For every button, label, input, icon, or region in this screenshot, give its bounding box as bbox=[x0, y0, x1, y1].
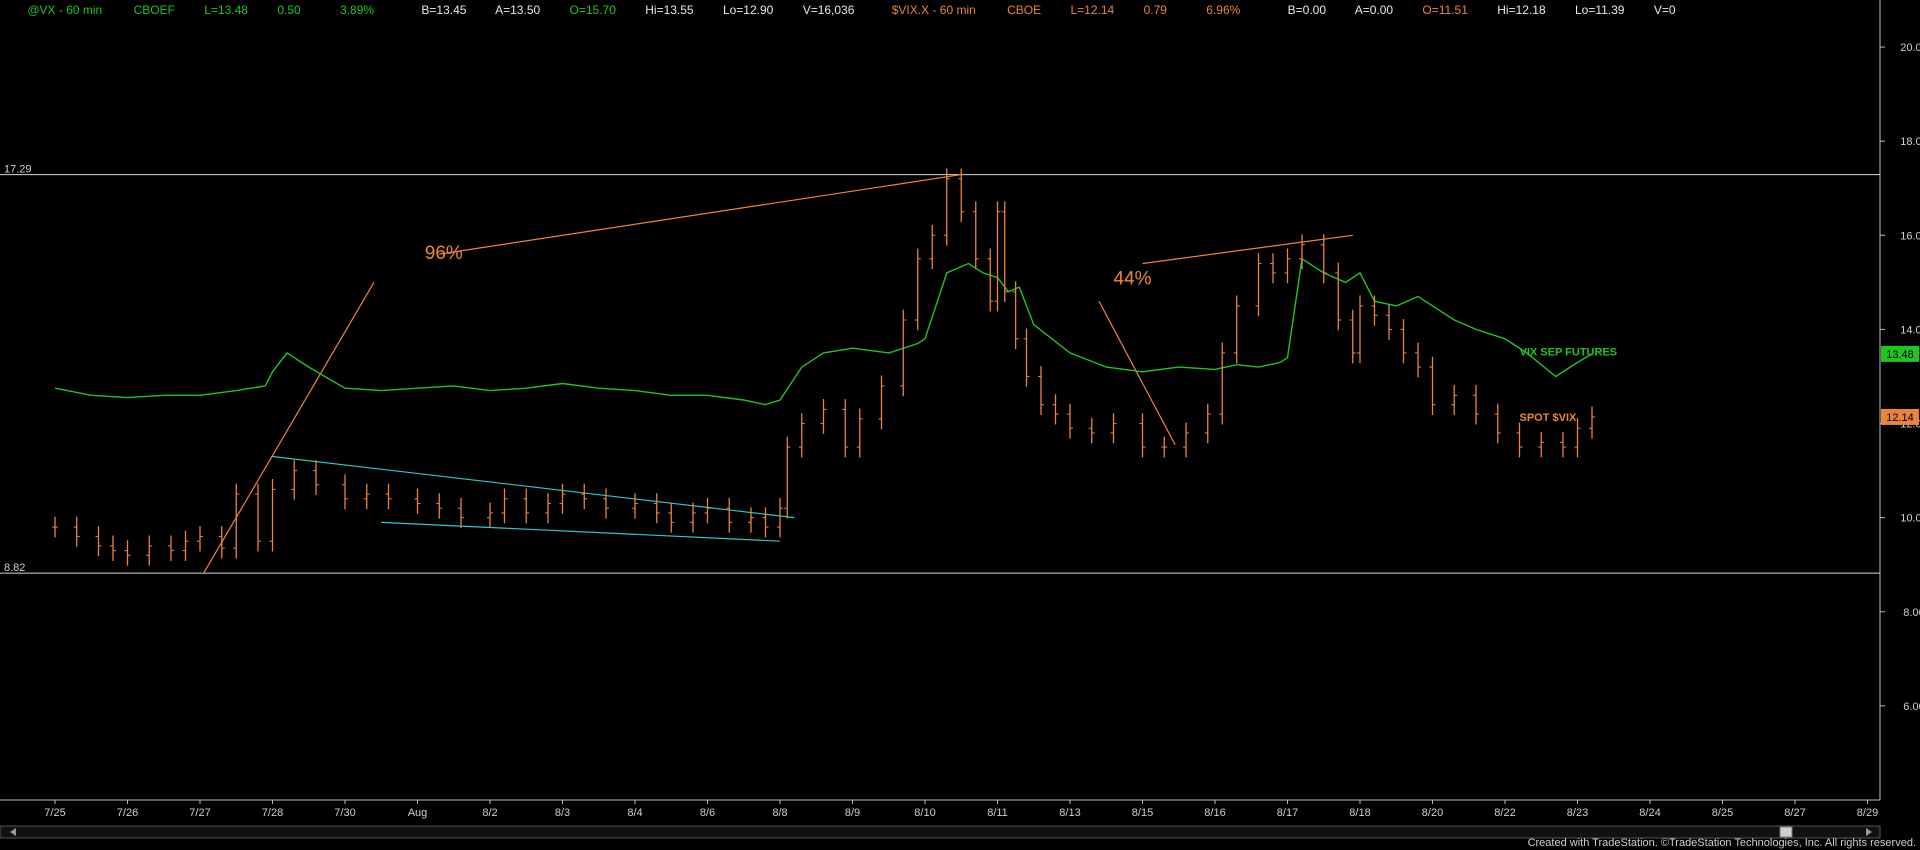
vx-change: 0.50 bbox=[277, 3, 301, 17]
vx-low: Lo=12.90 bbox=[723, 3, 774, 17]
x-tick-label: 8/4 bbox=[627, 807, 642, 819]
vix-ask: A=0.00 bbox=[1355, 3, 1394, 17]
annotation-label: 96% bbox=[425, 243, 463, 264]
vix-high: Hi=12.18 bbox=[1497, 3, 1546, 17]
y-tick-label: 14.00 bbox=[1900, 324, 1920, 336]
x-tick-label: 8/3 bbox=[555, 807, 570, 819]
x-tick-label: 8/10 bbox=[914, 807, 935, 819]
x-tick-label: 7/27 bbox=[189, 807, 210, 819]
vix-last: L=12.14 bbox=[1071, 3, 1115, 17]
footer-credit: Created with TradeStation. ©TradeStation… bbox=[1528, 837, 1916, 849]
last-value-label: 12.14 bbox=[1886, 412, 1914, 424]
x-tick-label: 8/24 bbox=[1639, 807, 1660, 819]
y-tick-label: 6.00 bbox=[1903, 701, 1920, 713]
vix-volume: V=0 bbox=[1654, 3, 1676, 17]
x-tick-label: 7/28 bbox=[262, 807, 283, 819]
y-tick-label: 8.00 bbox=[1903, 607, 1920, 619]
vx-pct: 3.89% bbox=[340, 3, 374, 17]
annotation-label: SPOT $VIX bbox=[1520, 412, 1578, 424]
x-tick-label: 7/26 bbox=[117, 807, 138, 819]
vx-ask: A=13.50 bbox=[495, 3, 540, 17]
y-tick-label: 20.00 bbox=[1900, 42, 1920, 54]
vx-exchange: CBOEF bbox=[134, 3, 175, 17]
x-tick-label: 8/9 bbox=[845, 807, 860, 819]
annotation-label: VIX SEP FUTURES bbox=[1520, 346, 1618, 358]
x-tick-label: 8/8 bbox=[772, 807, 787, 819]
x-tick-label: 8/25 bbox=[1712, 807, 1733, 819]
vx-high: Hi=13.55 bbox=[645, 3, 694, 17]
x-tick-label: 8/20 bbox=[1422, 807, 1443, 819]
price-chart[interactable]: @VX - 60 min CBOEF L=13.48 0.50 3.89% B=… bbox=[0, 0, 1920, 850]
vix-change: 0.79 bbox=[1144, 3, 1168, 17]
x-tick-label: Aug bbox=[408, 807, 428, 819]
y-tick-label: 16.00 bbox=[1900, 230, 1920, 242]
y-tick-label: 18.00 bbox=[1900, 136, 1920, 148]
x-tick-label: 8/6 bbox=[700, 807, 715, 819]
x-tick-label: 8/23 bbox=[1567, 807, 1588, 819]
vix-bid: B=0.00 bbox=[1288, 3, 1327, 17]
x-tick-label: 8/17 bbox=[1277, 807, 1298, 819]
x-tick-label: 7/30 bbox=[334, 807, 355, 819]
svg-text:@VX - 60 min CBOEF: @VX - 60 min CBOEF L=13.48 0.50 3.89% B=… bbox=[4, 3, 1692, 17]
chart-background bbox=[0, 0, 1920, 850]
x-tick-label: 8/13 bbox=[1059, 807, 1080, 819]
last-value-label: 13.48 bbox=[1886, 349, 1914, 361]
x-tick-label: 8/27 bbox=[1784, 807, 1805, 819]
x-tick-label: 8/16 bbox=[1204, 807, 1225, 819]
x-tick-label: 8/29 bbox=[1857, 807, 1878, 819]
vix-exchange: CBOE bbox=[1007, 3, 1041, 17]
level-label: 17.29 bbox=[4, 164, 32, 176]
vix-symbol: $VIX.X - 60 min bbox=[892, 3, 976, 17]
vx-open: O=15.70 bbox=[570, 3, 617, 17]
symbol-header: @VX - 60 min CBOEF L=13.48 0.50 3.89% B=… bbox=[4, 3, 1692, 17]
level-label: 8.82 bbox=[4, 562, 25, 574]
x-tick-label: 8/11 bbox=[987, 807, 1008, 819]
x-tick-label: 8/2 bbox=[482, 807, 497, 819]
x-tick-label: 8/18 bbox=[1349, 807, 1370, 819]
annotation-label: 44% bbox=[1114, 269, 1152, 290]
vix-pct: 6.96% bbox=[1206, 3, 1240, 17]
vix-low: Lo=11.39 bbox=[1575, 3, 1625, 17]
x-tick-label: 8/15 bbox=[1132, 807, 1153, 819]
vx-symbol: @VX - 60 min bbox=[27, 3, 102, 17]
scrollbar-thumb[interactable] bbox=[1779, 826, 1793, 838]
x-tick-label: 7/25 bbox=[44, 807, 65, 819]
vx-volume: V=16,036 bbox=[803, 3, 855, 17]
vx-last: L=13.48 bbox=[204, 3, 248, 17]
vx-bid: B=13.45 bbox=[421, 3, 466, 17]
x-tick-label: 8/22 bbox=[1494, 807, 1515, 819]
y-tick-label: 10.00 bbox=[1900, 513, 1920, 525]
vix-open: O=11.51 bbox=[1422, 3, 1468, 17]
